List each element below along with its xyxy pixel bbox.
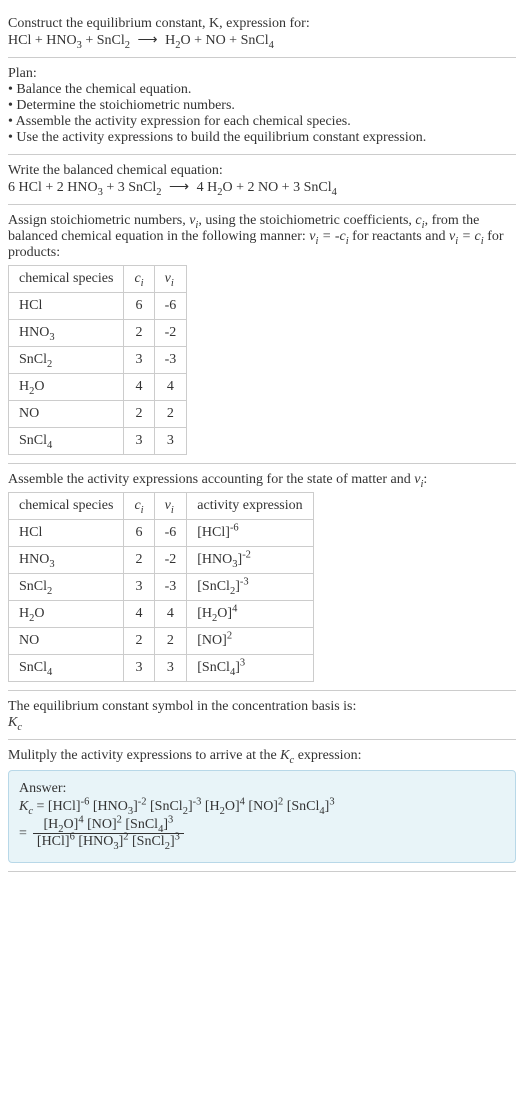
balanced-equation: 6 HCl + 2 HNO3 + 3 SnCl2 ⟶ 4 H2O + 2 NO … xyxy=(8,179,516,196)
answer-eq-line1: Kc = [HCl]-6 [HNO3]-2 [SnCl2]-3 [H2O]4 [… xyxy=(19,799,505,815)
stoich-table: chemical species ci νi HCl6-6 HNO32-2 Sn… xyxy=(8,265,187,455)
plan-item-0: • Balance the chemical equation. xyxy=(8,82,516,98)
table-header-row: chemical species ci νi xyxy=(9,266,187,293)
table-row: NO22[NO]2 xyxy=(9,628,314,655)
activity-table: chemical species ci νi activity expressi… xyxy=(8,492,314,682)
table-row: HNO32-2 xyxy=(9,320,187,347)
table-header-row: chemical species ci νi activity expressi… xyxy=(9,493,314,520)
table-row: HCl6-6 xyxy=(9,293,187,320)
table-row: SnCl23-3[SnCl2]-3 xyxy=(9,574,314,601)
table-row: SnCl23-3 xyxy=(9,347,187,374)
fraction-denominator: [HCl]6 [HNO3]2 [SnCl2]3 xyxy=(33,834,184,850)
plan-title: Plan: xyxy=(8,66,516,82)
symbol-line1: The equilibrium constant symbol in the c… xyxy=(8,699,516,715)
plan-item-3: • Use the activity expressions to build … xyxy=(8,130,516,146)
table-row: SnCl433 xyxy=(9,428,187,455)
symbol-section: The equilibrium constant symbol in the c… xyxy=(8,691,516,740)
plan-item-1: • Determine the stoichiometric numbers. xyxy=(8,98,516,114)
table-row: H2O44[H2O]4 xyxy=(9,601,314,628)
plan-section: Plan: • Balance the chemical equation. •… xyxy=(8,58,516,155)
final-section: Mulitply the activity expressions to arr… xyxy=(8,740,516,872)
symbol-kc: Kc xyxy=(8,715,516,731)
stoich-section: Assign stoichiometric numbers, νi, using… xyxy=(8,205,516,464)
fraction-numerator: [H2O]4 [NO]2 [SnCl4]3 xyxy=(33,817,184,834)
table-row: HNO32-2[HNO3]-2 xyxy=(9,547,314,574)
answer-eq-line2: = [H2O]4 [NO]2 [SnCl4]3 [HCl]6 [HNO3]2 [… xyxy=(19,817,505,850)
activity-title: Assemble the activity expressions accoun… xyxy=(8,472,516,488)
answer-box: Answer: Kc = [HCl]-6 [HNO3]-2 [SnCl2]-3 … xyxy=(8,770,516,863)
table-row: NO22 xyxy=(9,401,187,428)
col-vi: νi xyxy=(154,266,187,293)
col-species: chemical species xyxy=(9,266,124,293)
col-ci: ci xyxy=(124,266,154,293)
table-row: SnCl433[SnCl4]3 xyxy=(9,655,314,682)
intro-line1: Construct the equilibrium constant, K, e… xyxy=(8,16,516,32)
answer-label: Answer: xyxy=(19,781,505,797)
plan-item-2: • Assemble the activity expression for e… xyxy=(8,114,516,130)
balanced-section: Write the balanced chemical equation: 6 … xyxy=(8,155,516,205)
activity-section: Assemble the activity expressions accoun… xyxy=(8,464,516,691)
table-row: HCl6-6[HCl]-6 xyxy=(9,520,314,547)
fraction: [H2O]4 [NO]2 [SnCl4]3 [HCl]6 [HNO3]2 [Sn… xyxy=(33,817,184,850)
balanced-title: Write the balanced chemical equation: xyxy=(8,163,516,179)
final-title: Mulitply the activity expressions to arr… xyxy=(8,748,516,764)
intro-equation: HCl + HNO3 + SnCl2 ⟶ H2O + NO + SnCl4 xyxy=(8,32,516,49)
table-row: H2O44 xyxy=(9,374,187,401)
intro-section: Construct the equilibrium constant, K, e… xyxy=(8,8,516,58)
stoich-text: Assign stoichiometric numbers, νi, using… xyxy=(8,213,516,261)
intro-text: Construct the equilibrium constant, K, e… xyxy=(8,16,310,31)
